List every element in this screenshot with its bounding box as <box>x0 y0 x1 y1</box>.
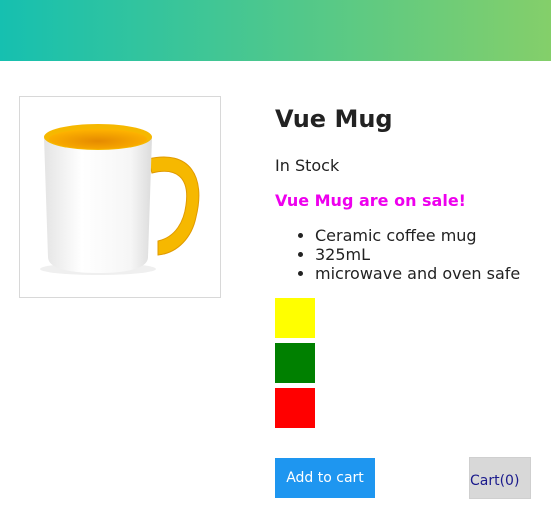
product-image <box>19 96 221 298</box>
cart-count: Cart(0) <box>469 457 531 499</box>
list-item: 325mL <box>315 245 520 264</box>
list-item: microwave and oven safe <box>315 264 520 283</box>
product-title: Vue Mug <box>275 105 393 133</box>
color-swatch-red[interactable] <box>275 388 315 428</box>
product-details-list: Ceramic coffee mug 325mL microwave and o… <box>275 226 520 283</box>
color-swatch-green[interactable] <box>275 343 315 383</box>
cart-label: Cart(0) <box>470 473 520 489</box>
sale-message: Vue Mug are on sale! <box>275 191 466 210</box>
add-to-cart-button[interactable]: Add to cart <box>275 458 375 498</box>
list-item: Ceramic coffee mug <box>315 226 520 245</box>
mug-icon <box>40 124 200 275</box>
nav-bar <box>0 0 551 61</box>
color-swatch-yellow[interactable] <box>275 298 315 338</box>
stock-status: In Stock <box>275 156 340 175</box>
